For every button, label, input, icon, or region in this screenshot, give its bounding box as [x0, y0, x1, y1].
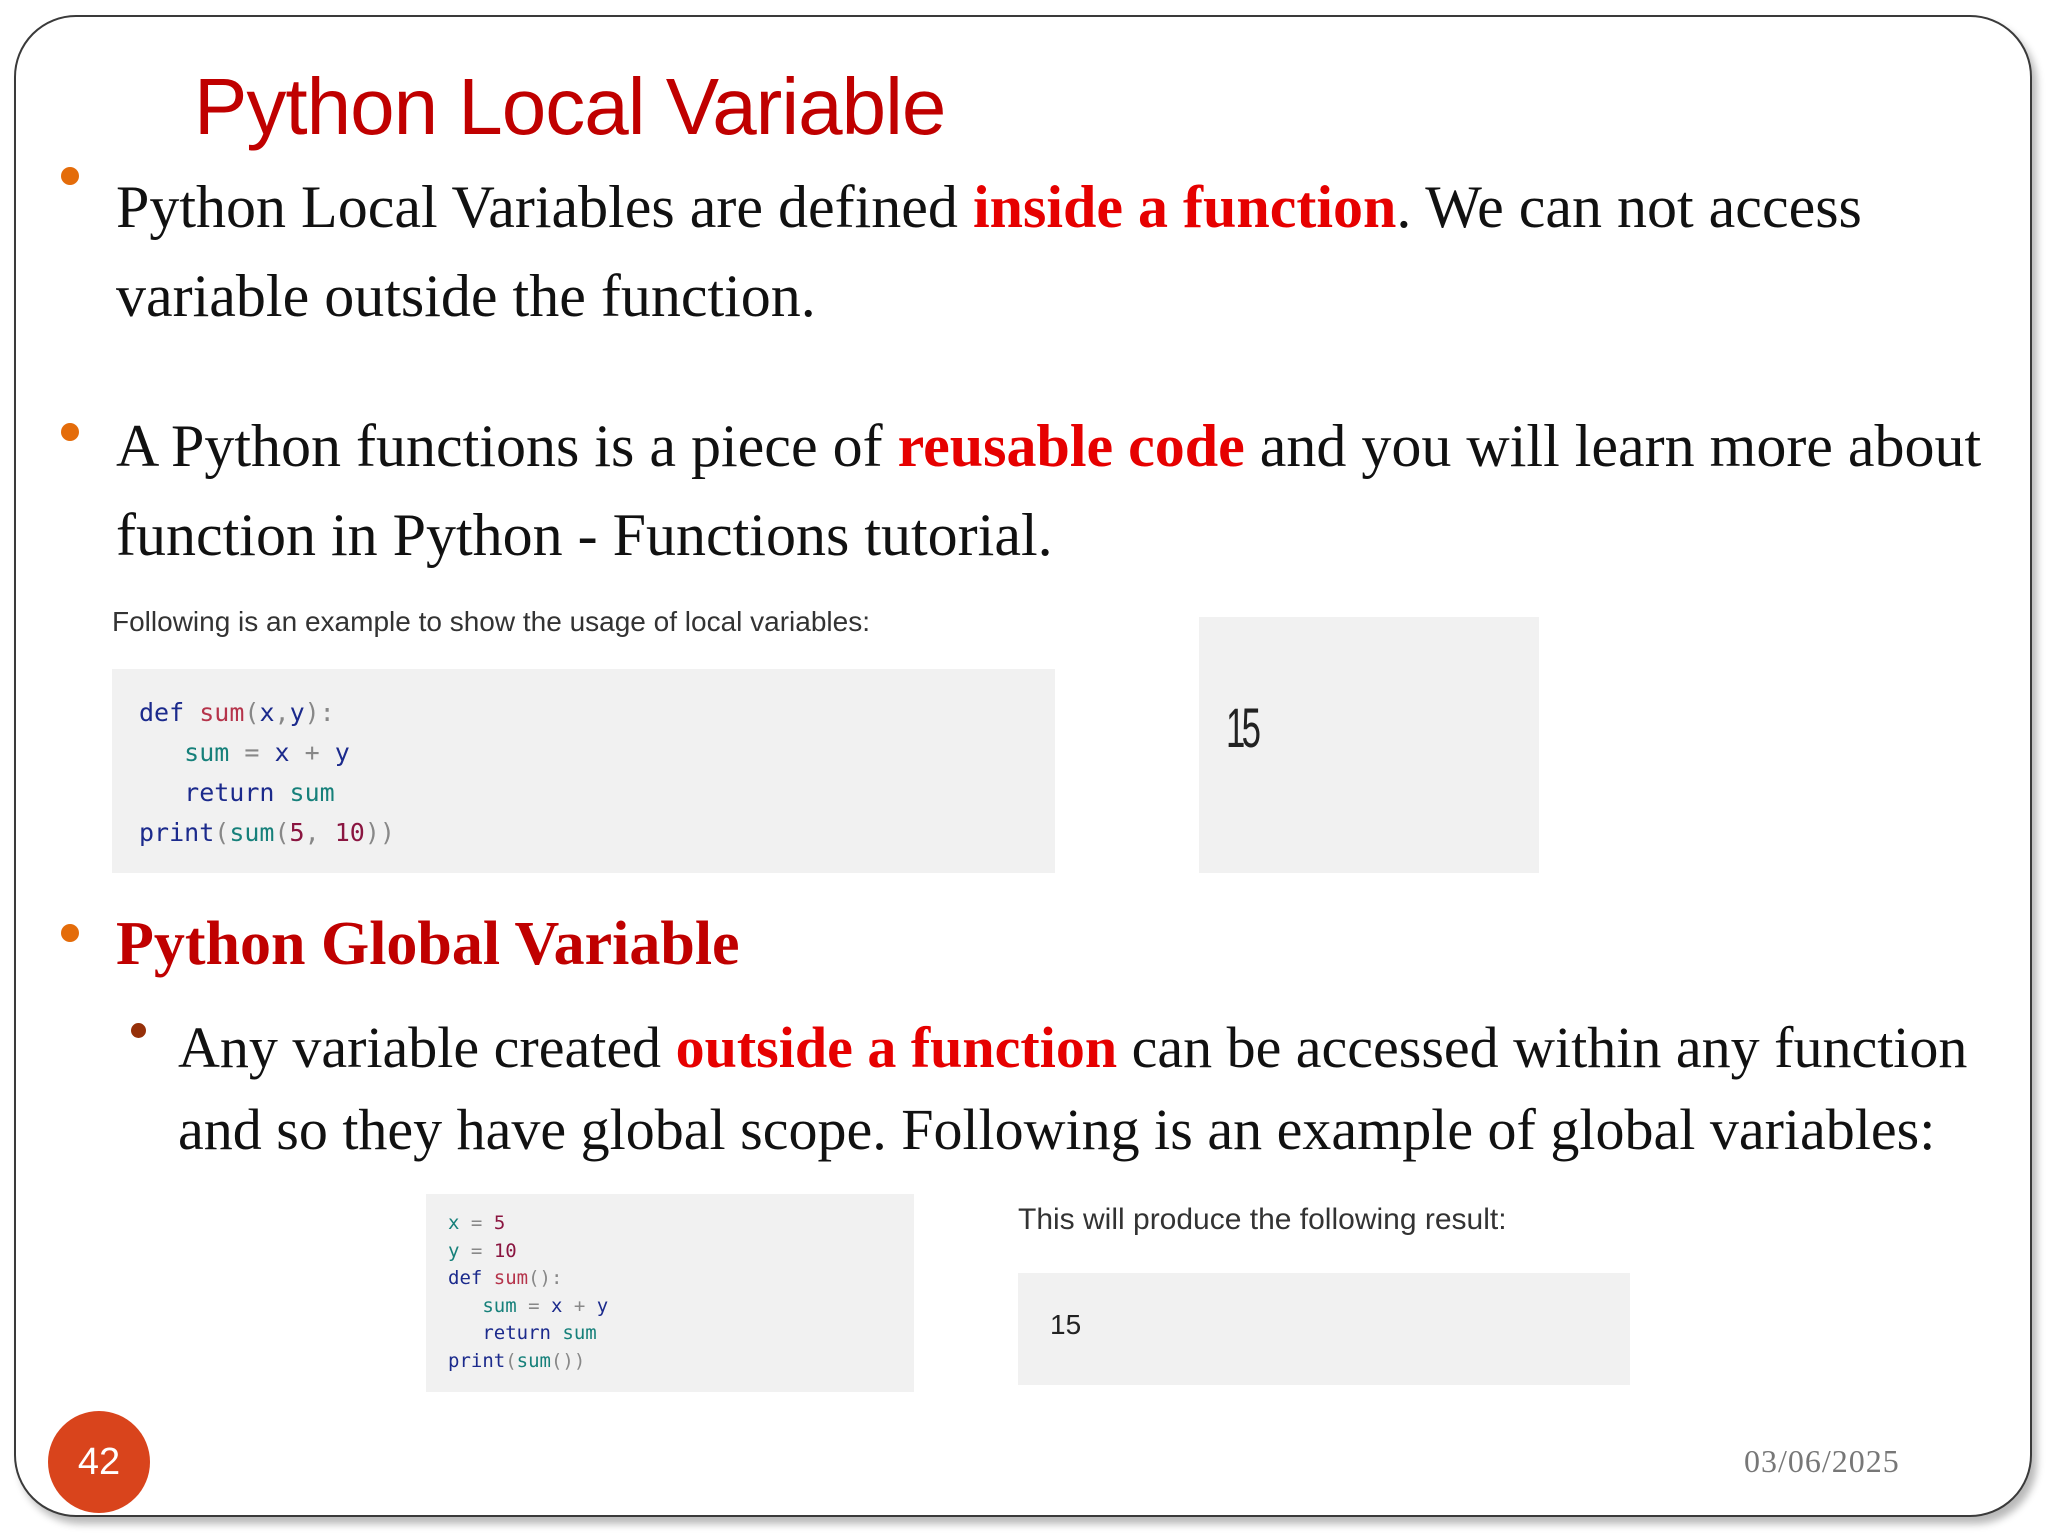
global-example-output-value: 15 — [1050, 1309, 1082, 1340]
bullet-local-definition: Python Local Variables are defined insid… — [116, 163, 1996, 341]
sub-bullet-highlight: outside a function — [675, 1015, 1118, 1080]
page-number-badge: 42 — [48, 1411, 150, 1513]
slide: Python Local Variable Python Local Varia… — [14, 15, 2032, 1517]
slide-title: Python Local Variable — [194, 62, 946, 151]
bullet-1-highlight: inside a function — [972, 174, 1397, 240]
bullet-2-text-pre: A Python functions is a piece of — [116, 413, 898, 479]
global-variable-description: Any variable created outside a function … — [178, 1007, 1988, 1171]
bullet-dot-3 — [61, 924, 79, 942]
bullet-dot-1 — [61, 167, 79, 185]
global-example-caption: This will produce the following result: — [1018, 1203, 1507, 1236]
global-example-output-box: 15 — [1018, 1273, 1630, 1385]
bullet-2-highlight: reusable code — [897, 413, 1245, 479]
local-example-output-value: 15 — [1226, 696, 1261, 759]
bullet-dot-2 — [61, 423, 79, 441]
bullet-function-reuse: A Python functions is a piece of reusabl… — [116, 402, 1996, 580]
slide-date: 03/06/2025 — [1744, 1443, 1900, 1479]
local-example-code-block: def sum(x,y): sum = x + y return sum pri… — [112, 669, 1055, 873]
sub-bullet-text-pre: Any variable created — [178, 1015, 676, 1080]
bullet-1-text-pre: Python Local Variables are defined — [116, 174, 973, 240]
global-variable-heading: Python Global Variable — [116, 910, 740, 978]
sub-bullet-dot — [131, 1023, 146, 1038]
local-example-caption: Following is an example to show the usag… — [112, 606, 870, 637]
local-example-output-box: 15 — [1199, 617, 1539, 873]
global-example-code-block: x = 5 y = 10 def sum(): sum = x + y retu… — [426, 1194, 914, 1392]
